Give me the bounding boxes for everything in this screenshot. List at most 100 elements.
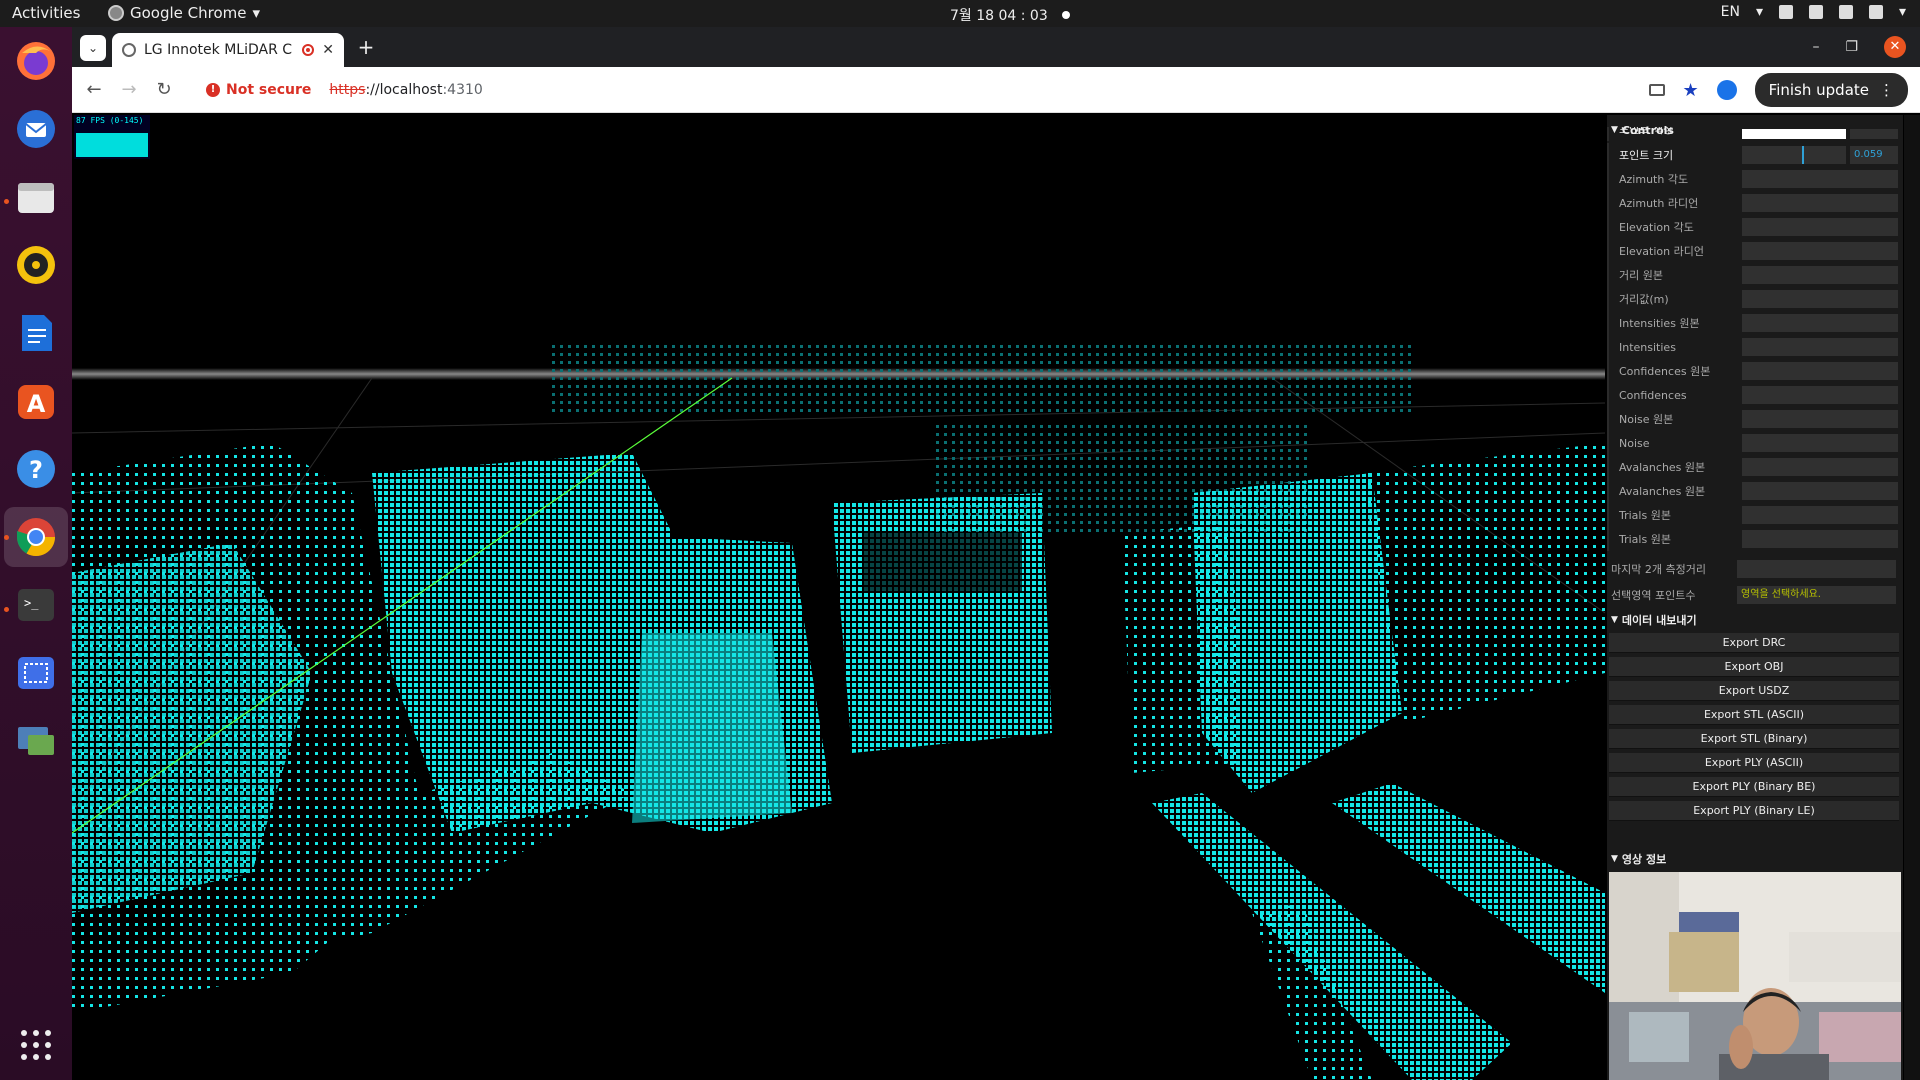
camera-icon[interactable] [1648, 84, 1665, 96]
browser-window: ⌄ LG Innotek MLiDAR C ✕ + – ❐ ✕ ← → ↻ ! … [72, 27, 1920, 1080]
system-top-bar: Activities Google Chrome ▾ 7월 18 04 : 03… [0, 0, 1920, 27]
bookmark-star-icon[interactable]: ★ [1683, 80, 1699, 101]
last-two-distance-value[interactable] [1737, 560, 1896, 578]
libreoffice-writer-icon[interactable] [12, 309, 60, 357]
field-value[interactable] [1742, 170, 1898, 188]
export-folder-header[interactable]: ▼ 데이터 내보내기 [1607, 611, 1697, 629]
notification-dot-icon [1061, 11, 1070, 19]
field-value[interactable] [1742, 314, 1898, 332]
help-icon[interactable]: ? [12, 445, 60, 493]
battery-icon [1868, 5, 1883, 19]
finish-update-label: Finish update [1768, 81, 1869, 99]
profile-avatar[interactable] [1716, 80, 1737, 100]
activities-button[interactable]: Activities [12, 4, 80, 22]
export-button[interactable]: Export STL (Binary) [1609, 729, 1899, 749]
terminal-icon[interactable]: >_ [12, 581, 60, 629]
toolbar-right: ★ Finish update ⋮ [1648, 73, 1908, 107]
close-tab-icon[interactable]: ✕ [322, 42, 334, 58]
selection-count-label: 선택영역 포인트수 [1611, 589, 1696, 602]
field-label: Confidences [1619, 388, 1687, 402]
reload-icon[interactable]: ↻ [152, 78, 176, 102]
browser-toolbar: ← → ↻ ! Not secure https://localhost:431… [72, 67, 1920, 113]
slider-handle[interactable] [1802, 146, 1804, 164]
field-value[interactable] [1742, 482, 1898, 500]
field-value[interactable] [1742, 242, 1898, 260]
finish-update-button[interactable]: Finish update ⋮ [1754, 73, 1908, 107]
webcam-video [1609, 872, 1901, 1080]
export-title: 데이터 내보내기 [1621, 614, 1697, 627]
chevron-down-icon: ▾ [252, 4, 261, 22]
page-viewport: 87 FPS (0-145) ▼ Controls 포인트 색상 포인트 크기 [72, 113, 1920, 1080]
video-title: 영상 정보 [1621, 853, 1667, 866]
export-button[interactable]: Export PLY (Binary LE) [1609, 801, 1899, 821]
field-value[interactable] [1742, 194, 1898, 212]
field-value[interactable] [1742, 338, 1898, 356]
app-menu[interactable]: Google Chrome ▾ [108, 4, 260, 22]
field-value[interactable] [1742, 290, 1898, 308]
field-value[interactable] [1742, 410, 1898, 428]
point-color-value[interactable] [1850, 129, 1898, 139]
export-button[interactable]: Export PLY (ASCII) [1609, 753, 1899, 773]
field-value[interactable] [1742, 362, 1898, 380]
close-window-icon[interactable]: ✕ [1884, 36, 1906, 58]
microphone-icon [1838, 5, 1853, 19]
export-button[interactable]: Export DRC [1609, 633, 1899, 653]
field-row: Trials 원본 [1607, 503, 1903, 527]
field-value[interactable] [1742, 458, 1898, 476]
point-size-value[interactable]: 0.059 [1850, 146, 1898, 164]
field-row: 거리값(m) [1607, 287, 1903, 311]
chevron-down-icon: ▼ [1611, 615, 1618, 625]
field-row: Intensities 원본 [1607, 311, 1903, 335]
field-value[interactable] [1742, 434, 1898, 452]
tab-search-button[interactable]: ⌄ [80, 35, 106, 61]
show-applications-icon[interactable] [12, 1021, 60, 1069]
field-label: Trials 원본 [1619, 533, 1671, 546]
app-center-icon[interactable]: A [12, 377, 60, 425]
forward-icon[interactable]: → [117, 78, 141, 102]
chrome-icon[interactable] [12, 513, 60, 561]
field-row: Elevation 각도 [1607, 215, 1903, 239]
video-folder-header[interactable]: ▼ 영상 정보 [1607, 850, 1666, 868]
language-indicator[interactable]: EN [1721, 4, 1740, 20]
system-tray[interactable]: EN ▾ ▾ [1721, 4, 1906, 20]
minimize-icon[interactable]: – [1812, 39, 1819, 55]
restore-icon[interactable]: ❐ [1845, 39, 1858, 55]
last-two-distance-label: 마지막 2개 측정거리 [1611, 563, 1706, 576]
clock[interactable]: 7월 18 04 : 03 [950, 5, 1070, 25]
point-color-label: 포인트 색상 [1619, 127, 1674, 136]
point-cloud-canvas[interactable] [72, 113, 1605, 1080]
not-secure-label[interactable]: Not secure [226, 82, 311, 98]
dock: A ? >_ [0, 27, 72, 1080]
screenshot-icon[interactable] [12, 649, 60, 697]
field-row: 거리 원본 [1607, 263, 1903, 287]
point-size-label: 포인트 크기 [1619, 149, 1674, 162]
field-row: Noise 원본 [1607, 407, 1903, 431]
field-value[interactable] [1742, 266, 1898, 284]
field-value[interactable] [1742, 386, 1898, 404]
security-warning-icon[interactable]: ! [206, 83, 220, 97]
export-button[interactable]: Export OBJ [1609, 657, 1899, 677]
slider-track[interactable] [1742, 146, 1846, 164]
address-bar[interactable]: ! Not secure https://localhost:4310 [194, 73, 1784, 107]
fps-stats-overlay[interactable]: 87 FPS (0-145) [74, 115, 150, 159]
back-icon[interactable]: ← [82, 78, 106, 102]
fps-graph [76, 133, 148, 157]
panel-scrollbar[interactable] [1904, 115, 1920, 1080]
export-button[interactable]: Export PLY (Binary BE) [1609, 777, 1899, 797]
remote-desktop-icon[interactable] [12, 717, 60, 765]
field-value[interactable] [1742, 506, 1898, 524]
firefox-icon[interactable] [12, 37, 60, 85]
field-value[interactable] [1742, 218, 1898, 236]
field-row: Avalanches 원본 [1607, 479, 1903, 503]
new-tab-button[interactable]: + [354, 35, 378, 59]
thunderbird-icon[interactable] [12, 105, 60, 153]
export-button[interactable]: Export STL (ASCII) [1609, 705, 1899, 725]
export-button[interactable]: Export USDZ [1609, 681, 1899, 701]
point-color-swatch[interactable] [1742, 129, 1846, 139]
files-icon[interactable] [12, 173, 60, 221]
field-value[interactable] [1742, 530, 1898, 548]
tab-active[interactable]: LG Innotek MLiDAR C ✕ [112, 33, 344, 67]
rhythmbox-icon[interactable] [12, 241, 60, 289]
point-size-slider[interactable]: 0.059 [1742, 146, 1898, 164]
selection-count-field[interactable]: 영역을 선택하세요. [1737, 586, 1896, 604]
